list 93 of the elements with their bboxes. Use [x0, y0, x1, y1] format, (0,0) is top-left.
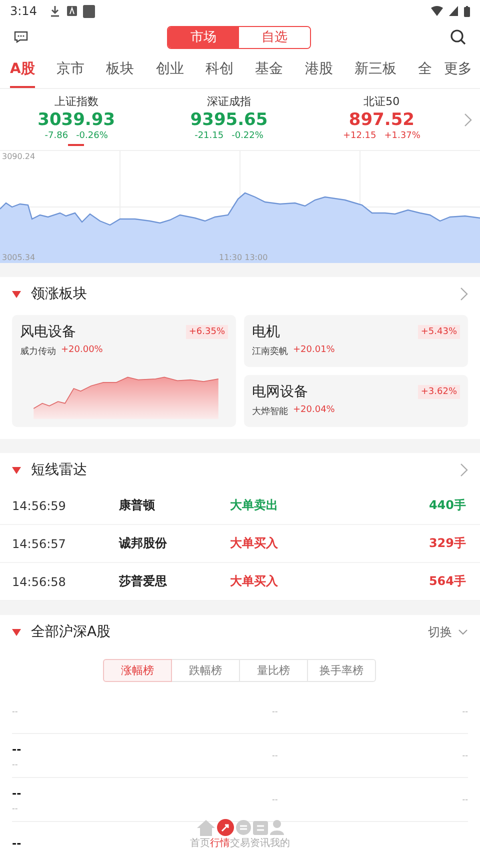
ranking-tab[interactable]: 涨幅榜: [103, 659, 172, 682]
chevron-right-icon[interactable]: [460, 463, 468, 477]
search-icon[interactable]: [450, 29, 466, 45]
trade-action: 大单买入: [230, 573, 278, 590]
category-tab[interactable]: 创业: [156, 52, 184, 88]
category-tab[interactable]: 科创: [206, 52, 234, 88]
index-value: 9395.65: [190, 109, 268, 131]
section-title: 短线雷达: [31, 461, 87, 479]
index-value: 3039.93: [38, 109, 116, 131]
chevron-right-icon[interactable]: [460, 287, 468, 301]
sector-percent: +5.43%: [418, 325, 460, 339]
status-time: 3:14: [10, 4, 37, 18]
leader-stock: 威力传动: [20, 346, 56, 358]
table-cell: --: [462, 707, 468, 716]
signal-icon: [449, 6, 458, 16]
trade-time: 14:56:57: [12, 536, 67, 550]
leader-percent: +20.00%: [61, 345, 103, 357]
sector-card[interactable]: 电网设备 +3.62% 大烨智能 +20.04%: [244, 375, 468, 427]
stock-code: --: [12, 707, 18, 716]
chevron-down-icon[interactable]: [458, 629, 468, 635]
download-icon: [48, 5, 61, 17]
trade-volume: 440手: [428, 497, 466, 514]
index-percent: -0.26%: [76, 131, 108, 141]
stock-code: --: [12, 760, 18, 768]
trade-time: 14:56:59: [12, 498, 67, 512]
more-tab[interactable]: 更多: [444, 52, 472, 88]
ranking-tab[interactable]: 跌幅榜: [171, 659, 240, 682]
sector-name: 电机: [252, 323, 280, 341]
trade-time: 14:56:58: [12, 574, 67, 588]
trade-action: 大单卖出: [230, 497, 278, 514]
chart-max-label: 3090.24: [2, 152, 36, 161]
stock-name: 莎普爱思: [119, 573, 168, 590]
caret-down-icon: [12, 290, 21, 298]
chart-time-label: 11:30 13:00: [219, 253, 268, 262]
sector-percent: +6.35%: [186, 325, 228, 339]
square-icon: [82, 4, 95, 18]
category-tab[interactable]: 京市: [56, 52, 85, 88]
notification-icon: [66, 6, 77, 16]
sector-name: 风电设备: [20, 323, 76, 341]
index-name: 北证50: [364, 94, 400, 109]
battery-icon: [464, 6, 470, 16]
index-change: -21.15: [194, 131, 224, 141]
nav-label[interactable]: 行情: [210, 836, 230, 850]
news-icon[interactable]: [252, 820, 268, 834]
index-name: 深证成指: [207, 94, 251, 109]
trade-action: 大单买入: [230, 535, 278, 552]
caret-down-icon: [12, 628, 21, 636]
ranking-tab[interactable]: 换手率榜: [307, 659, 376, 682]
leader-percent: +20.01%: [293, 345, 335, 357]
table-cell-text: --: [272, 751, 279, 760]
section-title: 领涨板块: [31, 285, 87, 303]
stock-name: 诚邦股份: [119, 535, 168, 552]
trend-icon[interactable]: [216, 819, 234, 836]
index-percent: +1.37%: [384, 131, 420, 141]
index-name: 上证指数: [54, 94, 98, 109]
category-tab[interactable]: 基金: [255, 52, 284, 88]
section-title: 全部沪深A股: [31, 623, 111, 641]
stock-name: --: [12, 742, 22, 756]
index-percent: -0.22%: [232, 131, 264, 141]
switch-link[interactable]: 切换: [428, 624, 452, 640]
sector-card[interactable]: 电机 +5.43% 江南奕帆 +20.01%: [244, 315, 468, 367]
table-cell-text: --: [272, 795, 279, 804]
chevron-right-icon[interactable]: [464, 113, 472, 127]
table-cell: --: [462, 751, 468, 760]
category-tab[interactable]: 板块: [106, 52, 134, 88]
trade-volume: 564手: [428, 573, 466, 590]
table-cell-text: --: [272, 707, 279, 716]
category-tab[interactable]: 新三板: [354, 52, 397, 88]
market-tab[interactable]: 市场: [168, 26, 239, 48]
stock-name: --: [12, 786, 22, 800]
index-change: -7.86: [44, 131, 68, 141]
index-change: +12.15: [342, 131, 376, 141]
leader-percent: +20.04%: [293, 405, 335, 417]
sector-card[interactable]: 风电设备 +6.35% 威力传动 +20.00%: [12, 315, 236, 427]
user-icon[interactable]: [270, 820, 284, 835]
ranking-tab[interactable]: 量比榜: [239, 659, 308, 682]
chart-min-label: 3005.34: [2, 253, 36, 262]
leader-stock: 大烨智能: [252, 406, 288, 418]
sector-name: 电网设备: [252, 383, 308, 401]
trade-volume: 329手: [428, 535, 466, 552]
caret-down-icon: [12, 466, 21, 474]
table-cell: --: [462, 795, 468, 804]
sector-percent: +3.62%: [418, 385, 460, 399]
category-tab[interactable]: A股: [10, 52, 35, 88]
stock-name: 康普顿: [119, 497, 156, 514]
index-value: 897.52: [348, 109, 414, 131]
stock-code: --: [12, 804, 18, 812]
wifi-icon: [431, 6, 443, 16]
category-tab[interactable]: 全: [418, 52, 432, 88]
category-tab[interactable]: 港股: [304, 52, 333, 88]
leader-stock: 江南奕帆: [252, 346, 288, 358]
stock-name: --: [12, 837, 22, 850]
message-icon[interactable]: [14, 31, 28, 43]
